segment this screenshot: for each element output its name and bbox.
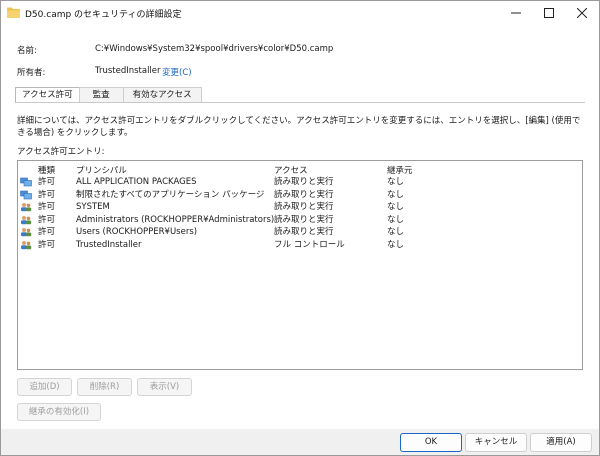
dialog-content: 名前: C:¥Windows¥System32¥spool¥drivers¥co…	[1, 25, 599, 429]
header-inherited[interactable]: 継承元	[387, 164, 413, 176]
close-button[interactable]	[567, 1, 597, 25]
row-type: 許可	[38, 189, 56, 200]
table-row[interactable]: 許可 制限されたすべてのアプリケーション パッケージ 読み取りと実行 なし	[18, 189, 582, 201]
row-inherited: なし	[387, 214, 405, 225]
row-principal: Administrators (ROCKHOPPER¥Administrator…	[76, 214, 275, 225]
users-icon	[21, 240, 32, 249]
group-icon	[20, 190, 32, 199]
maximize-button[interactable]	[534, 1, 564, 25]
title-bar[interactable]: D50.camp のセキュリティの詳細設定	[1, 1, 599, 25]
name-label: 名前:	[17, 46, 37, 56]
dialog-footer: OK キャンセル 適用(A)	[1, 429, 599, 455]
remove-button[interactable]: 削除(R)	[77, 378, 132, 396]
row-access: 読み取りと実行	[274, 214, 334, 225]
tab-bar: アクセス許可 監査 有効なアクセス	[15, 87, 202, 103]
row-access: 読み取りと実行	[274, 177, 334, 187]
owner-change-link[interactable]: 変更(C)	[162, 66, 192, 78]
row-principal: SYSTEM	[76, 202, 110, 212]
row-principal: Users (ROCKHOPPER¥Users)	[76, 227, 198, 237]
row-principal: TrustedInstaller	[76, 239, 142, 250]
row-inherited: なし	[387, 227, 405, 237]
row-inherited: なし	[387, 177, 405, 187]
maximize-icon	[544, 8, 554, 18]
apply-button[interactable]: 適用(A)	[530, 433, 592, 452]
row-access: 読み取りと実行	[274, 202, 334, 212]
header-type[interactable]: 種類	[38, 164, 55, 176]
users-icon	[21, 228, 32, 237]
cancel-button[interactable]: キャンセル	[465, 433, 527, 452]
ok-button[interactable]: OK	[400, 433, 462, 452]
users-icon	[21, 203, 32, 212]
view-button[interactable]: 表示(V)	[137, 378, 192, 396]
tab-divider	[15, 102, 585, 103]
enable-inheritance-button[interactable]: 継承の有効化(I)	[17, 403, 101, 421]
row-principal: ALL APPLICATION PACKAGES	[76, 177, 197, 187]
name-value: C:¥Windows¥System32¥spool¥drivers¥color¥…	[95, 44, 334, 54]
header-access[interactable]: アクセス	[274, 164, 308, 176]
table-row[interactable]: 許可 TrustedInstaller フル コントロール なし	[18, 239, 582, 251]
row-principal: 制限されたすべてのアプリケーション パッケージ	[76, 189, 265, 200]
table-row[interactable]: 許可 ALL APPLICATION PACKAGES 読み取りと実行 なし	[18, 176, 582, 188]
header-principal[interactable]: プリンシパル	[76, 164, 127, 176]
tab-auditing[interactable]: 監査	[78, 87, 124, 102]
description-text: 詳細については、アクセス許可エントリをダブルクリックしてください。アクセス許可エ…	[17, 116, 581, 138]
table-row[interactable]: 許可 SYSTEM 読み取りと実行 なし	[18, 201, 582, 213]
tab-effective-access[interactable]: 有効なアクセス	[122, 87, 202, 102]
owner-label: 所有者:	[17, 68, 46, 78]
minimize-button[interactable]	[501, 1, 531, 25]
window-title: D50.camp のセキュリティの詳細設定	[25, 10, 182, 20]
users-icon	[21, 215, 32, 224]
row-type: 許可	[38, 239, 56, 250]
row-inherited: なし	[387, 189, 405, 200]
permission-entries-list[interactable]: 種類 プリンシパル アクセス 継承元 許可 ALL APPLICATION PAC…	[17, 160, 583, 370]
row-access: 読み取りと実行	[274, 227, 334, 237]
tab-permissions[interactable]: アクセス許可	[15, 87, 80, 103]
table-row[interactable]: 許可 Users (ROCKHOPPER¥Users) 読み取りと実行 なし	[18, 226, 582, 238]
add-button[interactable]: 追加(D)	[17, 378, 72, 396]
row-type: 許可	[38, 177, 56, 187]
row-access: 読み取りと実行	[274, 189, 334, 200]
row-type: 許可	[38, 214, 56, 225]
row-type: 許可	[38, 202, 56, 212]
table-row[interactable]: 許可 Administrators (ROCKHOPPER¥Administrat…	[18, 214, 582, 226]
folder-icon	[7, 7, 20, 18]
minimize-icon	[511, 12, 521, 14]
entries-label: アクセス許可エントリ:	[17, 147, 105, 157]
row-inherited: なし	[387, 202, 405, 212]
close-icon	[577, 8, 587, 18]
row-type: 許可	[38, 227, 56, 237]
security-dialog: D50.camp のセキュリティの詳細設定 名前: C:¥Windows¥Sys…	[0, 0, 600, 456]
group-icon	[20, 177, 32, 187]
row-access: フル コントロール	[274, 239, 345, 250]
row-inherited: なし	[387, 239, 405, 250]
owner-value: TrustedInstaller	[95, 66, 161, 76]
